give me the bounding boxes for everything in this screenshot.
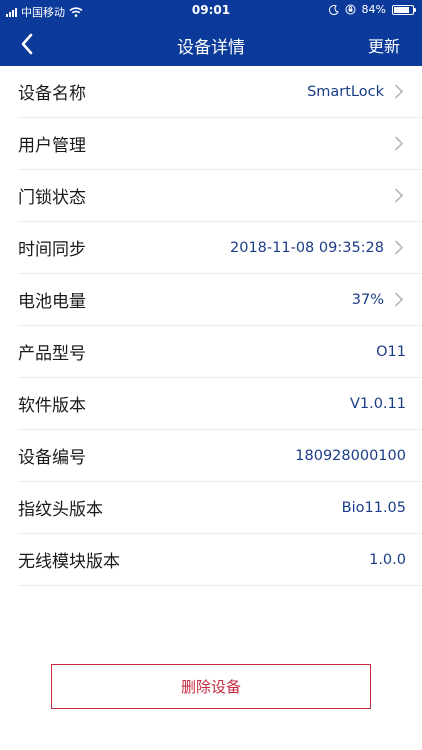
row-value: O11 bbox=[376, 343, 406, 360]
status-right: 84% bbox=[328, 3, 416, 16]
chevron-right-icon bbox=[395, 240, 403, 255]
row-label: 设备编号 bbox=[18, 448, 86, 468]
list-item: 指纹头版本 Bio11.05 bbox=[18, 482, 422, 534]
list-item[interactable]: 设备名称 SmartLock bbox=[18, 66, 422, 118]
list-item[interactable]: 时间同步 2018-11-08 09:35:28 bbox=[18, 222, 422, 274]
row-value: V1.0.11 bbox=[349, 395, 406, 412]
list-item[interactable]: 门锁状态 bbox=[18, 170, 422, 222]
row-label: 设备名称 bbox=[18, 84, 86, 104]
row-label: 门锁状态 bbox=[18, 188, 86, 208]
chevron-right-icon bbox=[395, 84, 403, 99]
update-button[interactable]: 更新 bbox=[368, 33, 400, 57]
row-label: 产品型号 bbox=[18, 344, 86, 364]
list-item: 产品型号 O11 bbox=[18, 326, 422, 378]
nav-bar: 设备详情 更新 bbox=[0, 22, 422, 66]
chevron-right-icon bbox=[395, 136, 403, 151]
row-value: 1.0.0 bbox=[369, 551, 406, 568]
moon-icon bbox=[328, 4, 339, 15]
chevron-right-icon bbox=[395, 292, 403, 307]
row-value: SmartLock bbox=[307, 83, 384, 100]
header: 中国移动 09:01 84% 设备详情 更新 bbox=[0, 0, 422, 66]
rotation-lock-icon bbox=[345, 4, 356, 15]
list-item: 设备编号 180928000100 bbox=[18, 430, 422, 482]
row-label: 指纹头版本 bbox=[18, 500, 103, 520]
row-value: 180928000100 bbox=[295, 447, 406, 464]
row-value: 2018-11-08 09:35:28 bbox=[230, 239, 384, 256]
battery-icon bbox=[392, 4, 416, 15]
status-bar: 中国移动 09:01 84% bbox=[0, 0, 422, 22]
row-label: 软件版本 bbox=[18, 396, 86, 416]
list-item: 无线模块版本 1.0.0 bbox=[18, 534, 422, 586]
list-item[interactable]: 电池电量 37% bbox=[18, 274, 422, 326]
battery-percent: 84% bbox=[361, 3, 386, 16]
row-label: 无线模块版本 bbox=[18, 552, 120, 572]
row-label: 时间同步 bbox=[18, 240, 86, 260]
device-detail-list: 设备名称 SmartLock 用户管理门锁状态时间同步 2018-11-08 09:3… bbox=[0, 66, 422, 586]
chevron-right-icon bbox=[395, 188, 403, 203]
row-label: 用户管理 bbox=[18, 136, 86, 156]
list-item[interactable]: 用户管理 bbox=[18, 118, 422, 170]
list-item: 软件版本 V1.0.11 bbox=[18, 378, 422, 430]
battery-fill bbox=[394, 6, 410, 13]
row-value: 37% bbox=[351, 291, 384, 308]
delete-device-button[interactable]: 删除设备 bbox=[51, 664, 371, 709]
row-value: Bio11.05 bbox=[341, 499, 406, 516]
page-title: 设备详情 bbox=[177, 38, 245, 58]
row-label: 电池电量 bbox=[18, 292, 86, 312]
